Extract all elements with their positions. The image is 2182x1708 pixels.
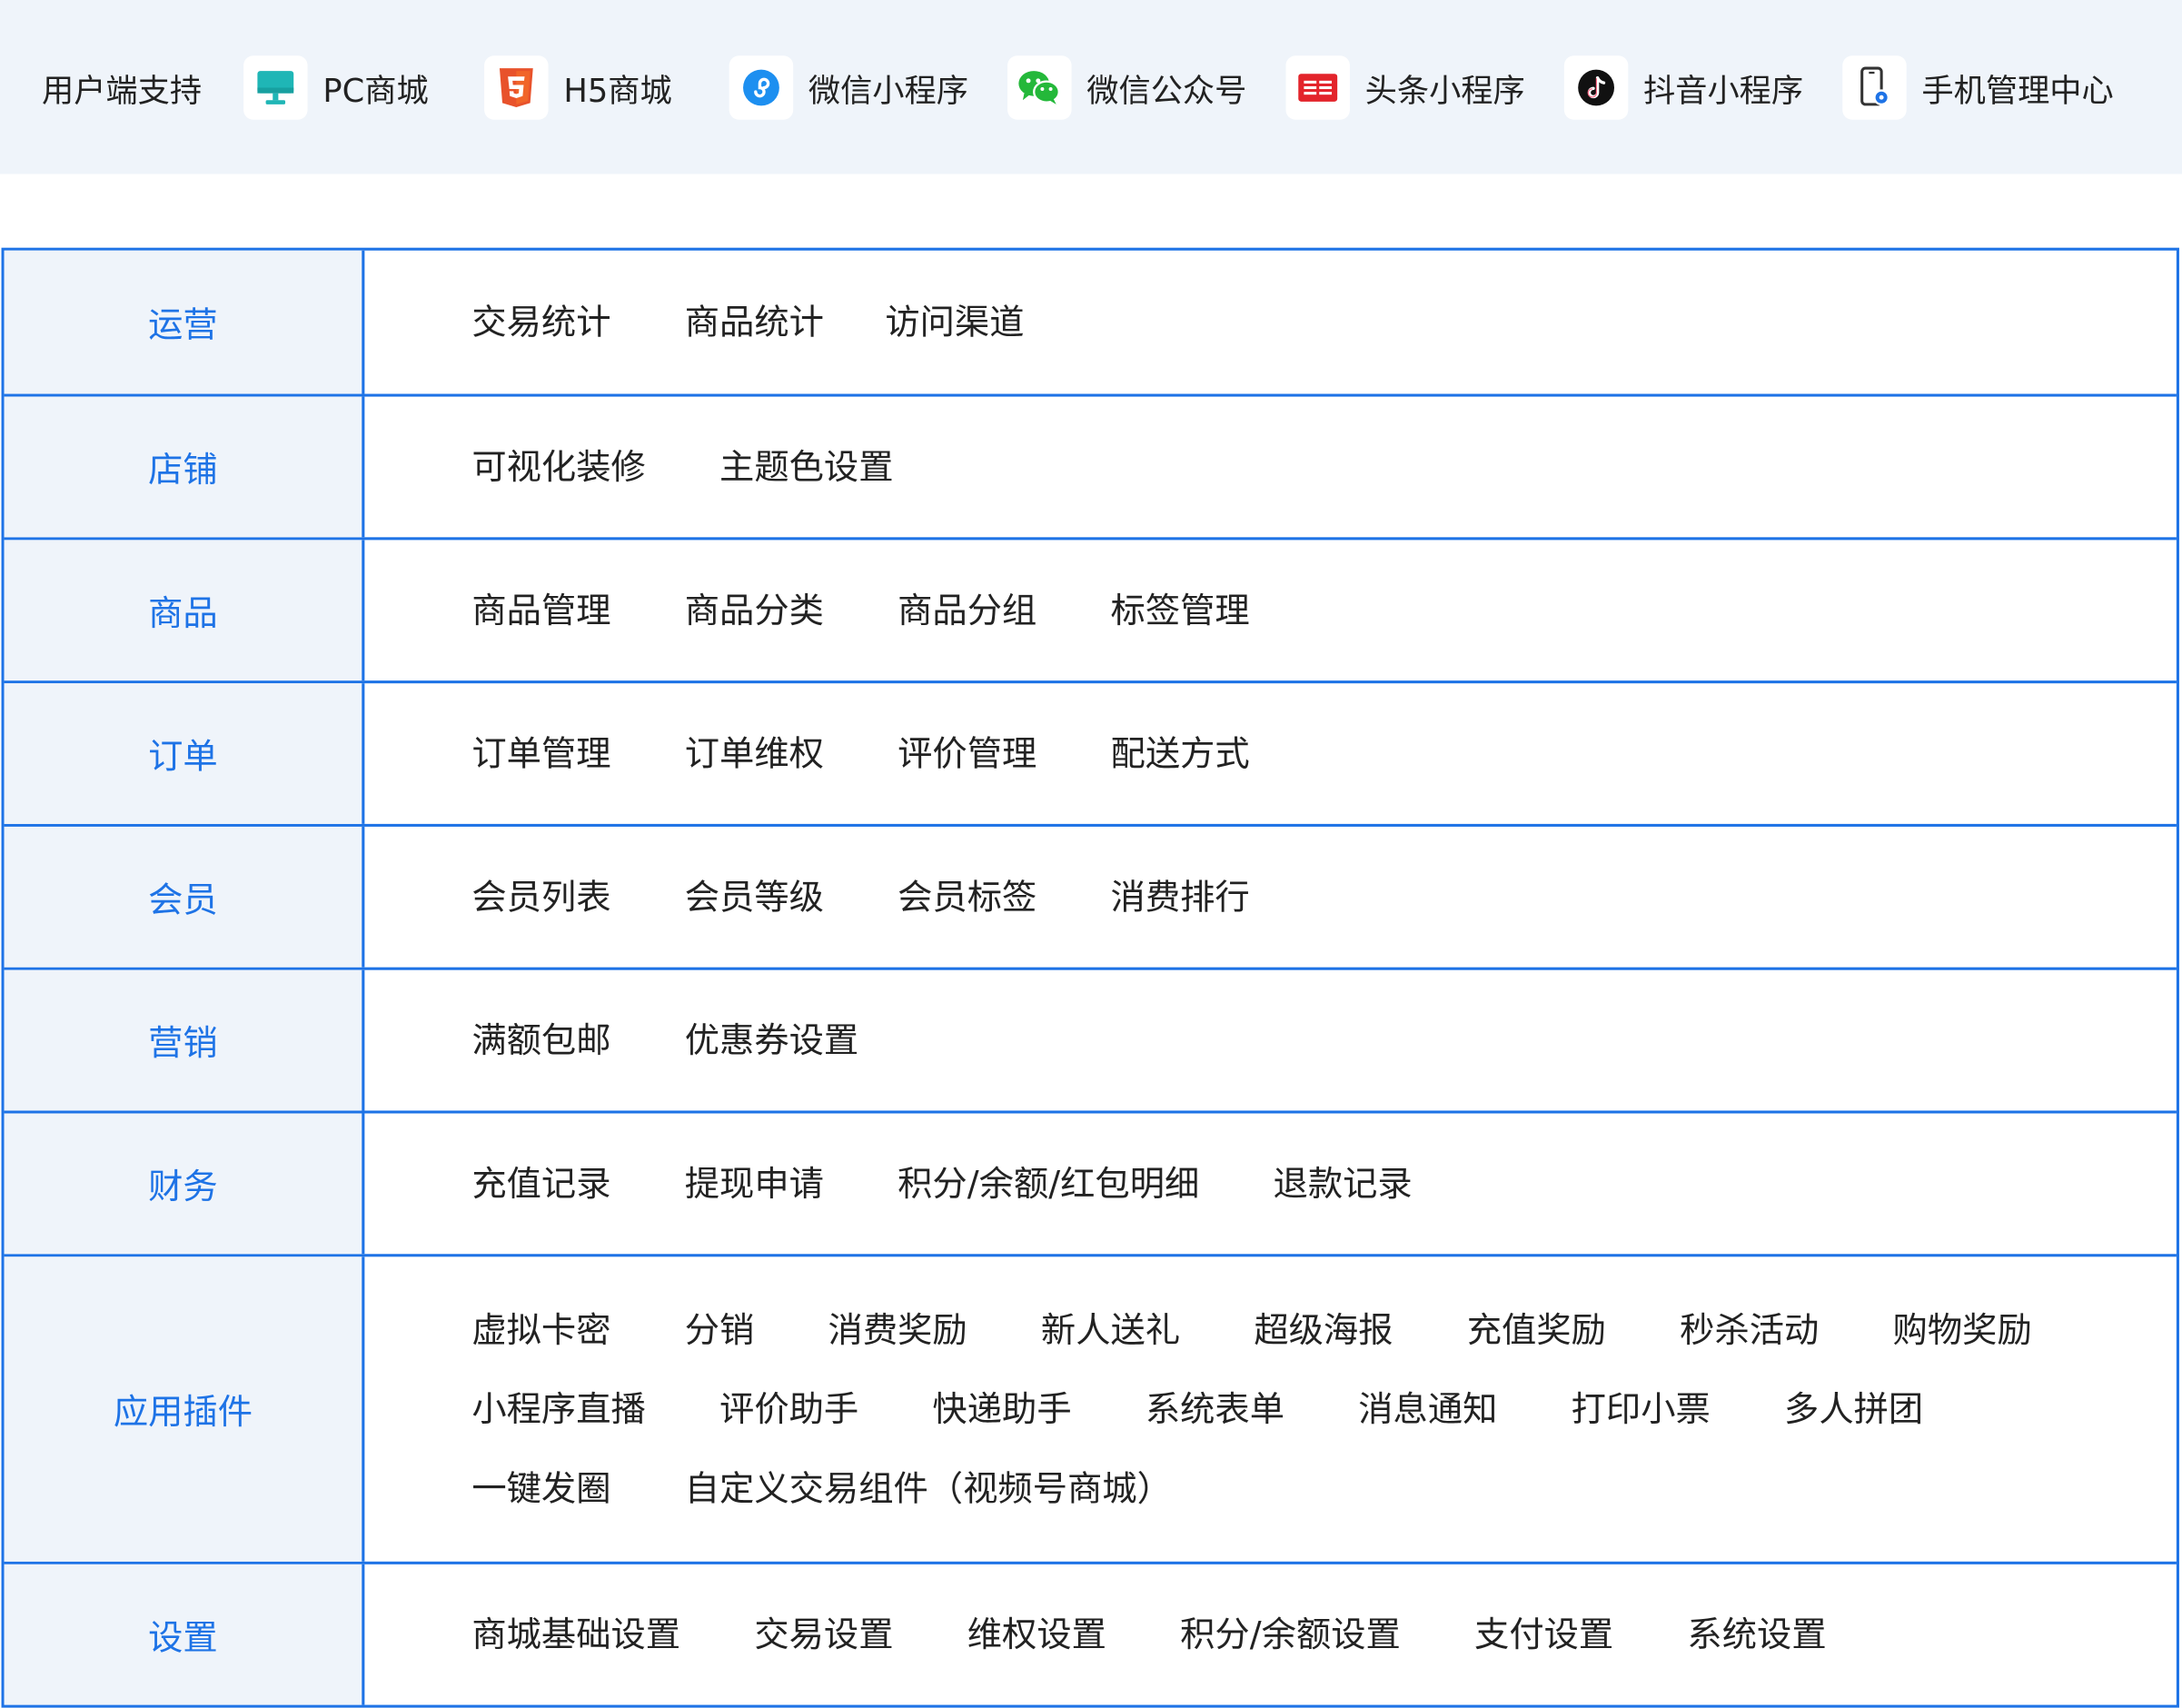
- page: 用户端支持 PC商城 H5商城 微信小程序 微信公众号 头条小程序 抖音小程序 …: [0, 0, 2182, 1708]
- table-row: 财务 充值记录 提现申请 积分/余额/红包明细 退款记录: [4, 1110, 2177, 1255]
- table-row: 设置 商城基础设置 交易设置 维权设置 积分/余额设置 支付设置 系统设置: [4, 1561, 2177, 1705]
- feature-item: 一键发圈: [471, 1468, 611, 1509]
- row-features: 充值记录 提现申请 积分/余额/红包明细 退款记录: [364, 1114, 2177, 1255]
- feature-item: 消费奖励: [828, 1309, 967, 1350]
- table-row: 营销 满额包邮 优惠券设置: [4, 967, 2177, 1111]
- feature-item: 快递助手: [932, 1388, 1072, 1430]
- feature-item: 充值奖励: [1466, 1309, 1606, 1350]
- feature-item: 配送方式: [1110, 733, 1250, 774]
- feature-item: 会员等级: [684, 877, 824, 918]
- client-douyin: 抖音小程序: [1563, 55, 1804, 119]
- row-category: 运营: [4, 250, 365, 394]
- client-wechat-official: 微信公众号: [1007, 55, 1246, 119]
- wechat-miniprogram-icon: [729, 55, 793, 119]
- client-mobile-manage: 手机管理中心: [1842, 55, 2114, 119]
- mobile-manage-icon: [1842, 55, 1907, 119]
- toutiao-icon: [1285, 55, 1350, 119]
- feature-item: 满额包邮: [471, 1019, 611, 1061]
- row-features: 可视化装修 主题色设置: [364, 397, 2177, 538]
- feature-item: 商品分组: [898, 590, 1037, 631]
- feature-item: 消费排行: [1110, 877, 1250, 918]
- feature-item: 评价助手: [719, 1388, 859, 1430]
- feature-item: 评价管理: [898, 733, 1037, 774]
- feature-item: 会员列表: [471, 877, 611, 918]
- row-category: 应用插件: [4, 1256, 365, 1562]
- row-features: 会员列表 会员等级 会员标签 消费排行: [364, 827, 2177, 968]
- row-category: 订单: [4, 683, 365, 824]
- row-category: 会员: [4, 826, 365, 968]
- row-category: 店铺: [4, 396, 365, 538]
- table-row: 应用插件 虚拟卡密 分销 消费奖励 新人送礼 超级海报 充值奖励 秒杀活动 购物…: [4, 1254, 2177, 1562]
- douyin-icon: [1563, 55, 1629, 119]
- feature-item: 小程序直播: [471, 1388, 646, 1430]
- desktop-icon: [243, 55, 308, 119]
- table-row: 运营 交易统计 商品统计 访问渠道: [4, 250, 2177, 394]
- feature-item: 提现申请: [684, 1163, 824, 1205]
- feature-item: 消息通知: [1358, 1388, 1498, 1430]
- feature-item: 标签管理: [1110, 590, 1250, 631]
- client-label: 手机管理中心: [1921, 73, 2114, 110]
- table-row: 会员 会员列表 会员等级 会员标签 消费排行: [4, 823, 2177, 968]
- row-features: 订单管理 订单维权 评价管理 配送方式: [364, 683, 2177, 824]
- table-row: 订单 订单管理 订单维权 评价管理 配送方式: [4, 680, 2177, 824]
- feature-item: 秒杀活动: [1680, 1309, 1820, 1350]
- feature-item: 商品统计: [684, 302, 824, 343]
- client-support-banner: 用户端支持 PC商城 H5商城 微信小程序 微信公众号 头条小程序 抖音小程序 …: [0, 0, 2182, 174]
- feature-item: 积分/余额/红包明细: [898, 1163, 1200, 1205]
- banner-title: 用户端支持: [41, 73, 203, 110]
- feature-item: 会员标签: [898, 877, 1037, 918]
- client-pc: PC商城: [243, 55, 429, 119]
- row-category: 设置: [4, 1564, 365, 1705]
- feature-item: 访问渠道: [885, 302, 1025, 343]
- html5-icon: [484, 55, 549, 119]
- client-wechat-miniprogram: 微信小程序: [729, 55, 968, 119]
- feature-table: 运营 交易统计 商品统计 访问渠道 店铺 可视化装修 主题色设置 商品 商品管理…: [1, 247, 2179, 1708]
- row-features: 虚拟卡密 分销 消费奖励 新人送礼 超级海报 充值奖励 秒杀活动 购物奖励 小程…: [364, 1256, 2177, 1561]
- feature-item: 交易设置: [754, 1614, 894, 1655]
- row-category: 财务: [4, 1113, 365, 1255]
- feature-item: 主题色设置: [719, 446, 894, 488]
- feature-item: 优惠券设置: [684, 1019, 859, 1061]
- feature-item: 购物奖励: [1892, 1309, 2032, 1350]
- feature-item: 积分/余额设置: [1180, 1614, 1401, 1655]
- feature-item: 退款记录: [1273, 1163, 1413, 1205]
- client-label: 抖音小程序: [1642, 73, 1804, 110]
- client-toutiao: 头条小程序: [1285, 55, 1525, 119]
- feature-item: 系统表单: [1145, 1388, 1285, 1430]
- row-features: 商品管理 商品分类 商品分组 标签管理: [364, 540, 2177, 680]
- client-label: 头条小程序: [1364, 73, 1525, 110]
- feature-item: 商品管理: [471, 590, 611, 631]
- feature-item: 自定义交易组件（视频号商城）: [684, 1468, 1172, 1509]
- row-category: 商品: [4, 540, 365, 681]
- feature-item: 新人送礼: [1040, 1309, 1181, 1350]
- client-h5: H5商城: [484, 55, 672, 119]
- feature-item: 可视化装修: [471, 446, 646, 488]
- feature-item: 商城基础设置: [471, 1614, 681, 1655]
- client-label: 微信公众号: [1086, 73, 1247, 110]
- client-label: 微信小程序: [808, 73, 969, 110]
- feature-item: 支付设置: [1474, 1614, 1614, 1655]
- client-label: H5商城: [563, 73, 672, 110]
- feature-item: 系统设置: [1687, 1614, 1827, 1655]
- table-row: 店铺 可视化装修 主题色设置: [4, 393, 2177, 538]
- feature-item: 分销: [684, 1309, 755, 1350]
- feature-item: 多人拼团: [1784, 1388, 1924, 1430]
- feature-item: 打印小票: [1571, 1388, 1711, 1430]
- feature-item: 商品分类: [684, 590, 824, 631]
- feature-item: 订单管理: [471, 733, 611, 774]
- row-features: 商城基础设置 交易设置 维权设置 积分/余额设置 支付设置 系统设置: [364, 1564, 2177, 1705]
- feature-item: 维权设置: [967, 1614, 1106, 1655]
- row-category: 营销: [4, 969, 365, 1111]
- feature-item: 交易统计: [471, 302, 611, 343]
- table-row: 商品 商品管理 商品分类 商品分组 标签管理: [4, 537, 2177, 681]
- row-features: 满额包邮 优惠券设置: [364, 970, 2177, 1111]
- feature-item: 订单维权: [684, 733, 824, 774]
- feature-item: 虚拟卡密: [471, 1309, 611, 1350]
- row-features: 交易统计 商品统计 访问渠道: [364, 251, 2177, 394]
- feature-item: 充值记录: [471, 1163, 611, 1205]
- client-label: PC商城: [322, 73, 429, 110]
- feature-item: 超级海报: [1254, 1309, 1394, 1350]
- wechat-icon: [1007, 55, 1072, 119]
